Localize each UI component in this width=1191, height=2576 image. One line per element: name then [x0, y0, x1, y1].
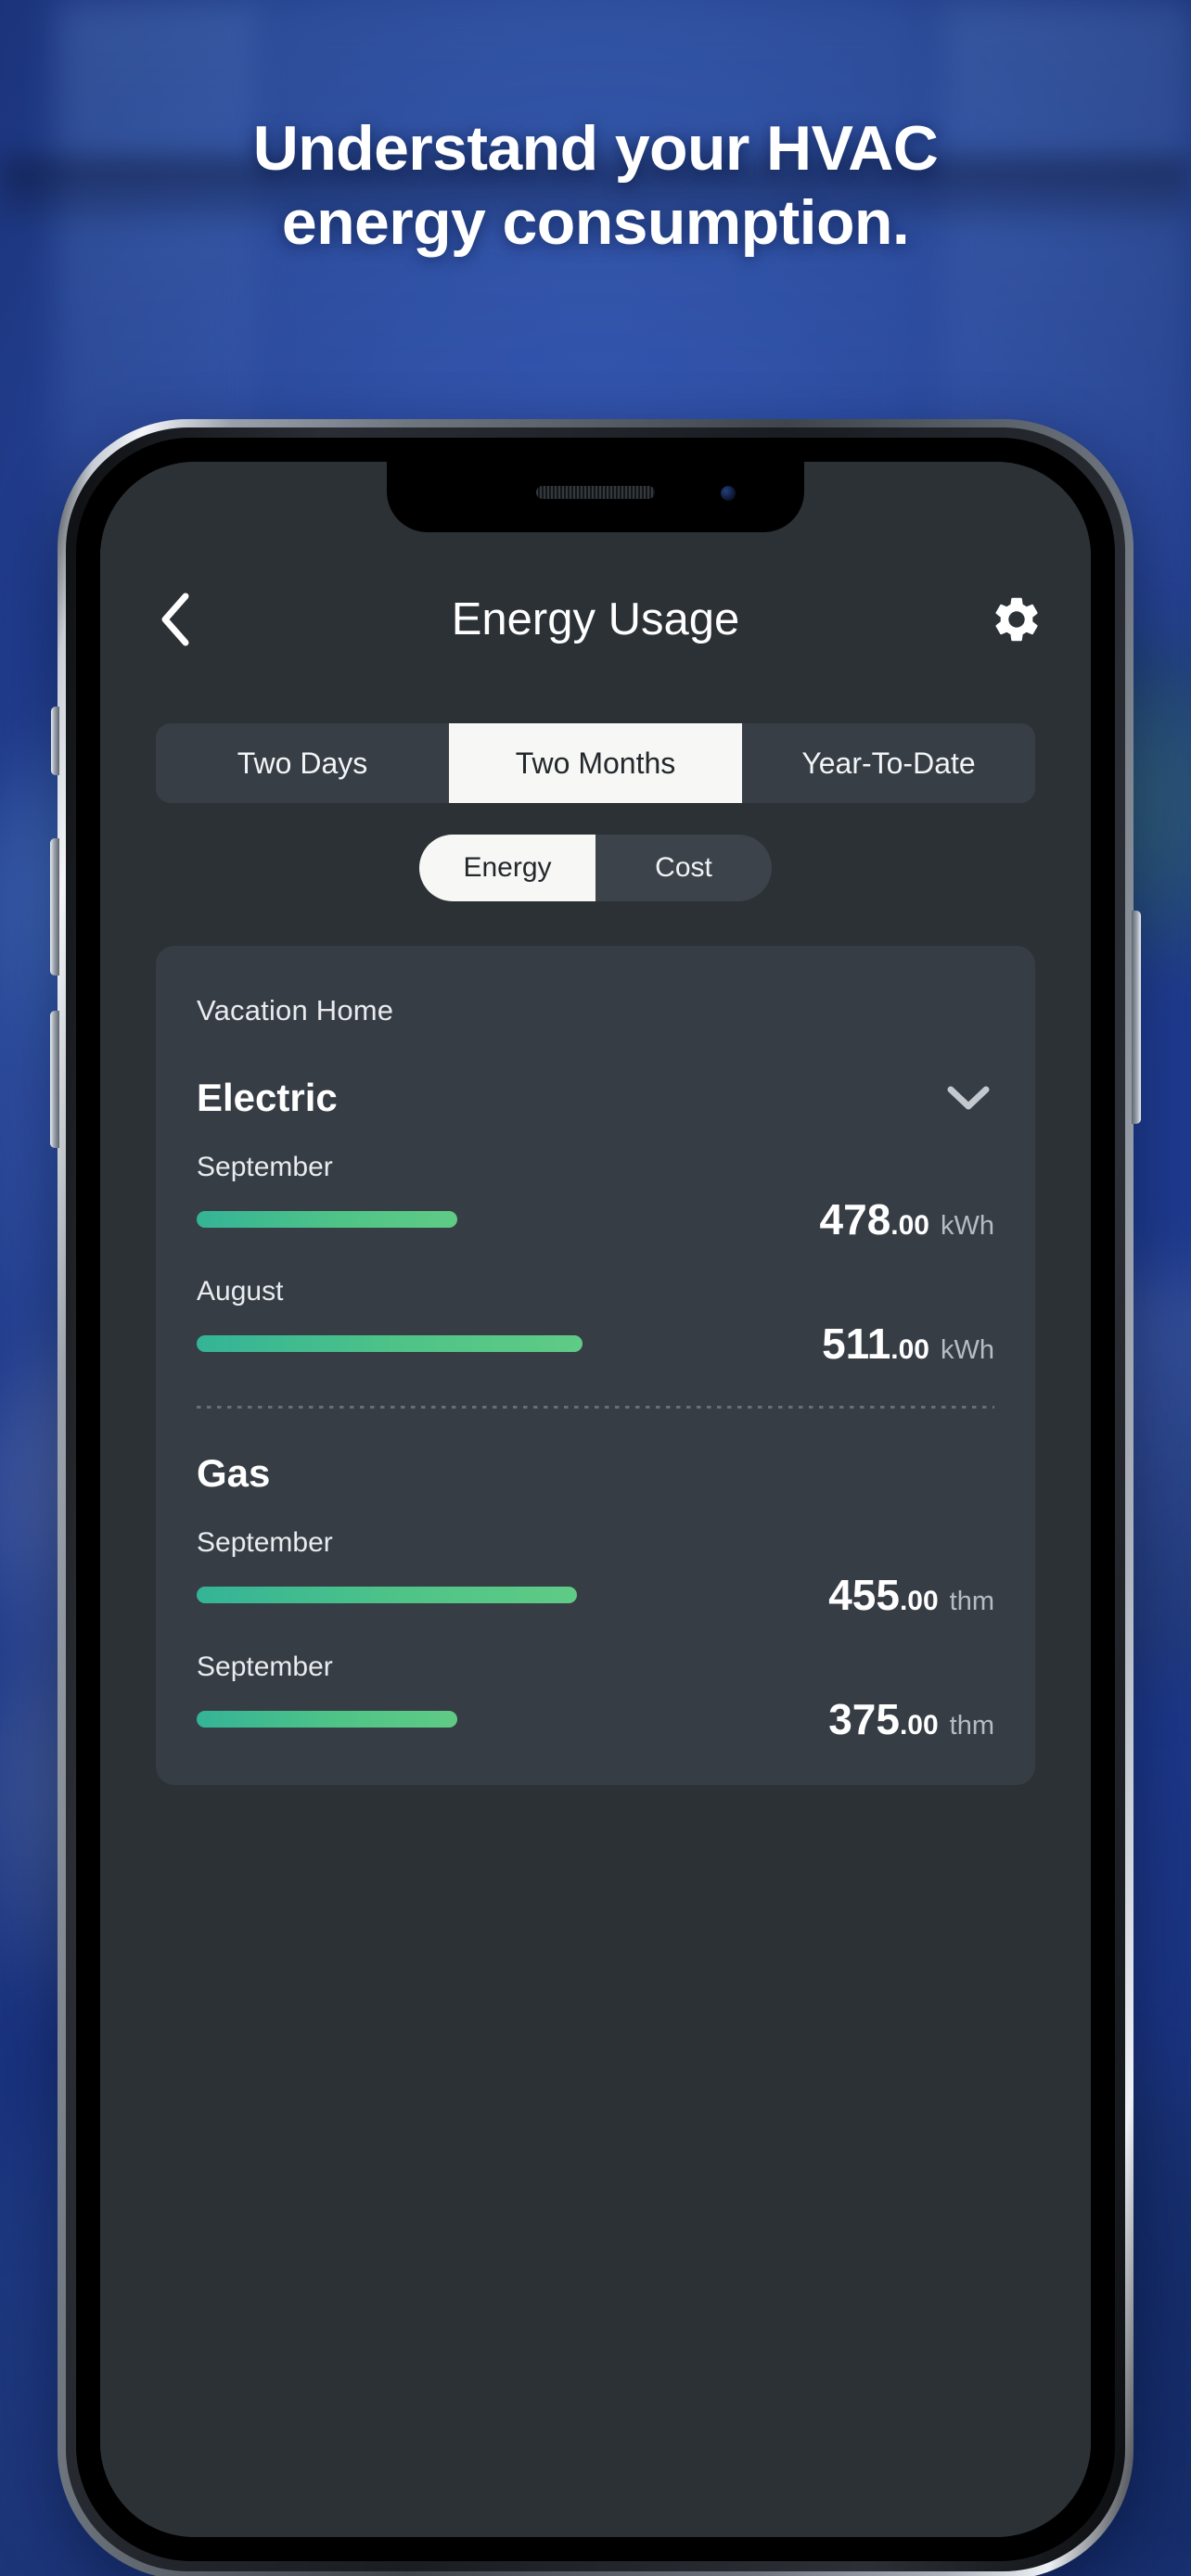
page-title: Energy Usage: [451, 594, 740, 644]
usage-value-unit: kWh: [941, 1211, 994, 1241]
promo-scene: Understand your HVAC energy consumption.: [0, 0, 1191, 2576]
period-option-year-to-date[interactable]: Year-To-Date: [742, 723, 1035, 803]
usage-row-label-line: September: [197, 1152, 994, 1183]
usage-bar-fill: [197, 1211, 458, 1228]
usage-value-decimal: .00: [899, 1710, 939, 1741]
usage-month-label: August: [197, 1276, 284, 1307]
chevron-down-icon: [947, 1086, 990, 1110]
usage-row-value-line: 455 .00 thm: [197, 1570, 994, 1620]
usage-row-value-line: 375 .00 thm: [197, 1694, 994, 1744]
usage-value-unit: kWh: [941, 1335, 994, 1365]
usage-card-wrapper: Vacation Home Electric September 478 .00…: [100, 901, 1091, 1785]
section-title-gas: Gas: [197, 1451, 271, 1495]
phone-power-button: [1132, 911, 1141, 1124]
usage-month-label: September: [197, 1527, 333, 1558]
section-title-electric: Electric: [197, 1076, 338, 1119]
usage-bar-fill: [197, 1587, 578, 1603]
usage-row-label-line: September: [197, 1651, 994, 1683]
usage-value-decimal: .00: [890, 1334, 929, 1365]
home-name-label: Vacation Home: [197, 994, 394, 1027]
usage-row: September 375 .00 thm: [197, 1651, 994, 1744]
usage-value-unit: thm: [949, 1587, 994, 1616]
mode-option-cost[interactable]: Cost: [596, 835, 772, 901]
usage-row-label-line: September: [197, 1527, 994, 1559]
promo-headline: Understand your HVAC energy consumption.: [0, 111, 1191, 260]
usage-value-group: 375 .00 thm: [762, 1694, 994, 1744]
usage-bar-track: [197, 1335, 740, 1352]
section-divider: [197, 1406, 994, 1409]
usage-value-integer: 478: [819, 1195, 891, 1243]
usage-value-group: 511 .00 kWh: [762, 1319, 994, 1369]
usage-month-label: September: [197, 1152, 333, 1182]
period-control-wrapper: Two Days Two Months Year-To-Date: [100, 684, 1091, 803]
usage-value-decimal: .00: [899, 1586, 939, 1616]
front-camera-icon: [721, 486, 736, 501]
section-header-gas[interactable]: Gas: [197, 1451, 994, 1496]
chevron-left-icon: [161, 593, 189, 646]
mode-option-energy[interactable]: Energy: [419, 835, 596, 901]
usage-row-value-line: 511 .00 kWh: [197, 1319, 994, 1369]
usage-value-group: 455 .00 thm: [762, 1570, 994, 1620]
headline-line-1: Understand your HVAC: [252, 113, 939, 184]
collapse-toggle-electric[interactable]: [942, 1079, 994, 1116]
phone-notch: [387, 462, 804, 532]
phone-volume-up-button: [50, 838, 59, 976]
usage-value-integer: 511: [822, 1320, 891, 1368]
usage-bar-track: [197, 1587, 740, 1603]
usage-bar-fill: [197, 1335, 583, 1352]
usage-bar-track: [197, 1211, 740, 1228]
mode-control-wrapper: Energy Cost: [100, 803, 1091, 901]
usage-value-integer: 455: [828, 1571, 900, 1619]
usage-bar-track: [197, 1711, 740, 1728]
usage-card: Vacation Home Electric September 478 .00…: [156, 946, 1035, 1785]
period-option-two-days[interactable]: Two Days: [156, 723, 449, 803]
headline-line-2: energy consumption.: [281, 187, 910, 259]
usage-row-label-line: August: [197, 1276, 994, 1307]
phone-screen: Energy Usage Two Days Two Months Year-To…: [100, 462, 1091, 2537]
period-option-two-months[interactable]: Two Months: [449, 723, 742, 803]
earpiece-speaker-icon: [536, 486, 655, 499]
back-button[interactable]: [145, 590, 204, 649]
section-header-electric[interactable]: Electric: [197, 1076, 994, 1120]
settings-button[interactable]: [987, 590, 1046, 649]
phone-mockup: Energy Usage Two Days Two Months Year-To…: [50, 419, 1141, 2576]
usage-value-group: 478 .00 kWh: [762, 1194, 994, 1244]
usage-row: August 511 .00 kWh: [197, 1276, 994, 1369]
usage-value-unit: thm: [949, 1711, 994, 1741]
period-segmented-control: Two Days Two Months Year-To-Date: [156, 723, 1035, 803]
usage-value-integer: 375: [828, 1695, 900, 1743]
phone-mute-switch: [51, 707, 59, 775]
usage-month-label: September: [197, 1651, 333, 1682]
usage-row: September 455 .00 thm: [197, 1527, 994, 1620]
usage-bar-fill: [197, 1711, 458, 1728]
phone-body: Energy Usage Two Days Two Months Year-To…: [76, 438, 1115, 2561]
usage-value-decimal: .00: [890, 1210, 929, 1241]
gear-icon: [995, 597, 1038, 642]
energy-usage-app: Energy Usage Two Days Two Months Year-To…: [100, 462, 1091, 2537]
phone-volume-down-button: [50, 1011, 59, 1148]
usage-row: September 478 .00 kWh: [197, 1152, 994, 1244]
usage-row-value-line: 478 .00 kWh: [197, 1194, 994, 1244]
app-navigation-bar: Energy Usage: [100, 555, 1091, 684]
mode-segmented-control: Energy Cost: [419, 835, 772, 901]
